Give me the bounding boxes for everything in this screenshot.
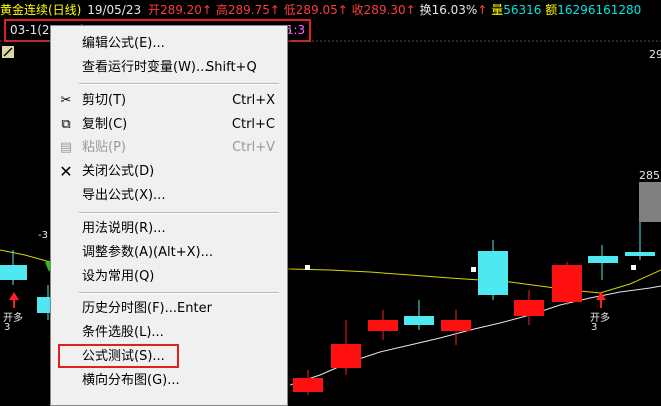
turnover-value: 16.03% (431, 3, 478, 17)
up-arrow-icon: ↑ (337, 3, 348, 17)
menu-item-cut[interactable]: ✂ 剪切(T) Ctrl+X (51, 90, 287, 112)
menu-item-label: 查看运行时变量(W)... (82, 60, 209, 75)
cut-icon: ✂ (60, 93, 72, 108)
menu-item-close-formula[interactable]: ✕ 关闭公式(D) (51, 161, 287, 183)
quote-header: 黄金连续(日线) 19/05/23 开289.20↑ 高289.75↑ 低289… (0, 0, 661, 19)
menu-item-view-runtime-vars[interactable]: 查看运行时变量(W)... Shift+Q (51, 57, 287, 79)
menu-separator (79, 212, 279, 214)
copy-icon: ⧉ (61, 117, 71, 132)
amount-value: 16296161280 (557, 3, 642, 17)
volume-value: 56316 (503, 3, 542, 17)
low-label: 低 (283, 3, 296, 17)
up-arrow-icon: ↑ (477, 3, 488, 17)
menu-item-shortcut: Shift+Q (206, 60, 257, 75)
menu-item-label: 条件选股(L)... (82, 325, 164, 340)
menu-item-label: 关闭公式(D) (82, 164, 155, 179)
candle-up (552, 265, 582, 302)
menu-item-horizontal-distribution[interactable]: 横向分布图(G)... (51, 370, 287, 392)
high-label: 高 (215, 3, 228, 17)
menu-item-usage-help[interactable]: 用法说明(R)... (51, 218, 287, 240)
ma-marker (631, 265, 636, 270)
menu-item-condition-screen[interactable]: 条件选股(L)... (51, 322, 287, 344)
amount-label: 额 (545, 3, 558, 17)
candle-down (478, 251, 508, 295)
menu-item-copy[interactable]: ⧉ 复制(C) Ctrl+C (51, 114, 287, 136)
candle-up (293, 378, 323, 392)
up-arrow-icon: ↑ (405, 3, 416, 17)
menu-item-shortcut: Ctrl+X (232, 93, 275, 108)
menu-item-shortcut: Ctrl+V (232, 140, 275, 155)
formula-test-highlight-box (58, 344, 179, 368)
candle-up (514, 300, 544, 316)
menu-item-label: 复制(C) (82, 117, 128, 132)
chart-tool-icon (2, 46, 14, 58)
menu-item-set-favorite[interactable]: 设为常用(Q) (51, 266, 287, 288)
menu-item-edit-formula[interactable]: 编辑公式(E)... (51, 33, 287, 55)
up-arrow-icon: ↑ (201, 3, 213, 17)
candle-up (368, 320, 398, 331)
menu-item-label: 编辑公式(E)... (82, 36, 165, 51)
menu-item-history-chart[interactable]: 历史分时图(F)...Enter (51, 298, 287, 320)
candle-down (625, 252, 655, 256)
turnover-label: 换 (419, 3, 432, 17)
price-label-top: 29 (649, 48, 661, 61)
instrument-name: 黄金连续(日线) (0, 3, 82, 17)
candle-down (0, 265, 27, 280)
close-value: 289.30 (363, 3, 406, 17)
open-label: 开 (147, 3, 160, 17)
menu-item-adjust-params[interactable]: 调整参数(A)(Alt+X)... (51, 242, 287, 264)
low-value: 289.05 (295, 3, 338, 17)
ma-marker (305, 265, 310, 270)
volume-label: 量 (491, 3, 504, 17)
menu-item-label: 设为常用(Q) (82, 269, 155, 284)
candle-up (331, 344, 361, 368)
ma-marker (471, 267, 476, 272)
quote-date: 19/05/23 (87, 3, 142, 17)
menu-item-label: 调整参数(A)(Alt+X)... (82, 245, 213, 260)
menu-item-label: 用法说明(R)... (82, 221, 166, 236)
menu-item-label: 粘贴(P) (82, 140, 126, 155)
close-label: 收 (351, 3, 364, 17)
paste-icon: ▤ (59, 140, 73, 155)
annotation-open-long-count: 3 (4, 322, 11, 333)
candle-down (404, 316, 434, 325)
menu-separator (79, 83, 279, 85)
open-value: 289.20 (159, 3, 202, 17)
menu-item-paste[interactable]: ▤ 粘贴(P) Ctrl+V (51, 137, 287, 159)
candle-gray (639, 182, 661, 222)
menu-item-label: 历史分时图(F)...Enter (82, 301, 212, 316)
high-value: 289.75 (227, 3, 270, 17)
menu-item-label: 横向分布图(G)... (82, 373, 180, 388)
annotation-open-long-count: 3 (591, 322, 598, 333)
menu-item-label: 导出公式(X)... (82, 188, 166, 203)
up-arrow-icon: ↑ (269, 3, 280, 17)
price-label-mid: 285 (639, 169, 660, 182)
left-tick-label: -3 (38, 230, 48, 241)
candle-up (441, 320, 471, 331)
close-icon: ✕ (59, 162, 73, 181)
menu-item-shortcut: Ctrl+C (231, 117, 275, 132)
menu-item-label: 剪切(T) (82, 93, 127, 108)
menu-separator (79, 292, 279, 294)
menu-item-export-formula[interactable]: 导出公式(X)... (51, 185, 287, 207)
candle-down (588, 256, 618, 263)
